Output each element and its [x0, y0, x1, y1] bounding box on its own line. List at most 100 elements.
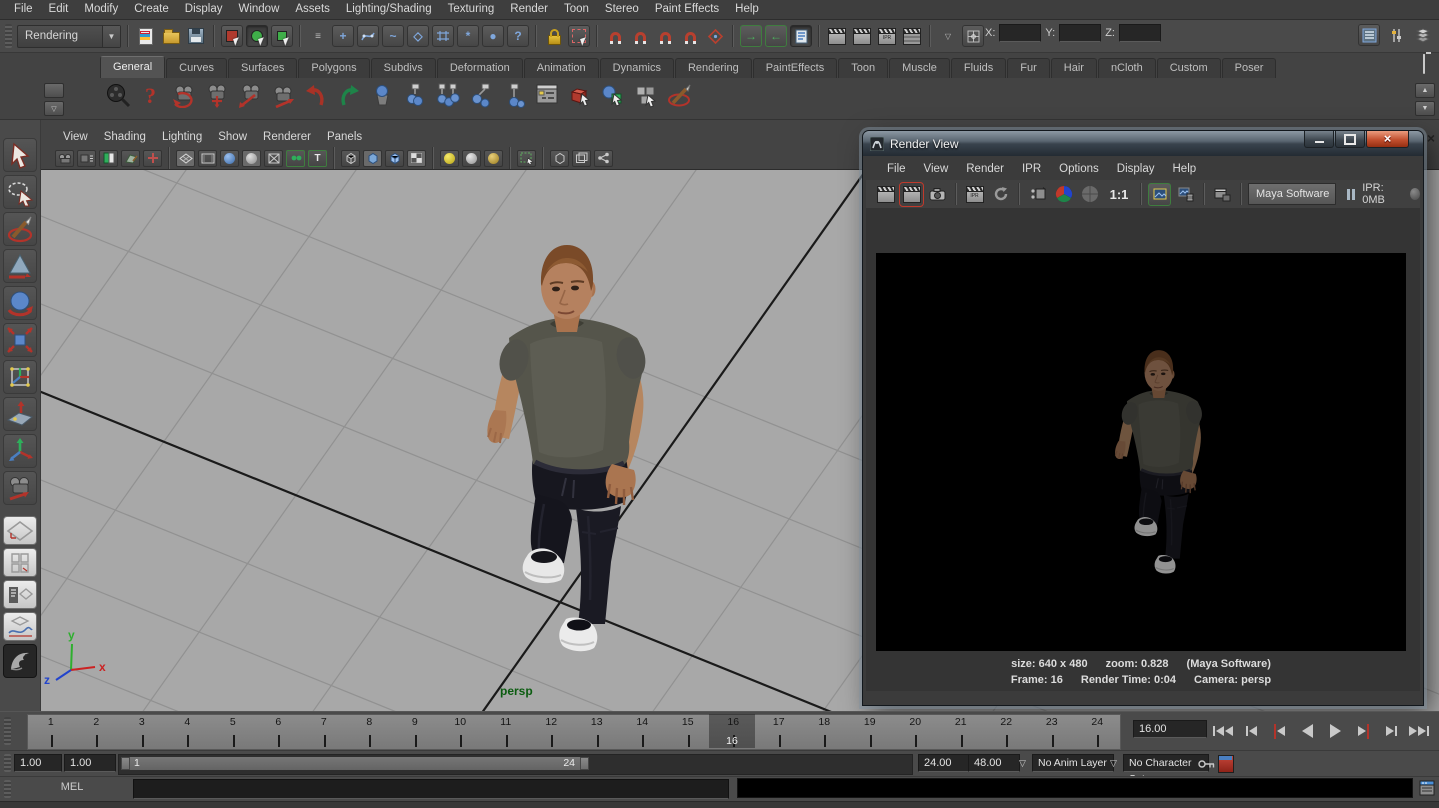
joint-chain-shelf-button[interactable] — [467, 80, 495, 110]
default-lighting-icon[interactable] — [440, 150, 459, 167]
shelf-selector-button[interactable]: ▽ — [44, 101, 64, 116]
shelf-tab[interactable]: Poser — [1222, 58, 1277, 78]
isolate-select-icon[interactable] — [517, 150, 536, 167]
command-language-toggle[interactable]: MEL — [50, 781, 94, 793]
select-tool[interactable] — [3, 138, 37, 172]
camera-tumble-shelf-button[interactable] — [170, 80, 198, 110]
new-scene-button[interactable] — [135, 25, 157, 47]
select-camera-icon[interactable] — [55, 150, 74, 167]
menu-item[interactable]: Paint Effects — [647, 0, 727, 19]
ipr-render-button[interactable]: IPR — [876, 25, 898, 47]
timeline-frame[interactable]: 3 — [119, 715, 165, 749]
timeslider-grip[interactable] — [4, 717, 11, 745]
shelf-tab[interactable]: Muscle — [889, 58, 950, 78]
joint-single-shelf-button[interactable] — [401, 80, 429, 110]
field-chart-icon[interactable] — [264, 150, 283, 167]
script-editor-button[interactable] — [1419, 780, 1435, 796]
playback-start-field[interactable]: 1.00 — [64, 754, 116, 772]
shelf-tab[interactable]: Toon — [838, 58, 888, 78]
menu-set-selector[interactable]: Rendering ▼ — [17, 25, 121, 48]
shelf-tab[interactable]: Hair — [1051, 58, 1097, 78]
step-forward-frame-button[interactable] — [1378, 719, 1404, 743]
timeline-frame[interactable]: 9 — [392, 715, 438, 749]
go-to-end-button[interactable] — [1406, 719, 1432, 743]
timeline-frame[interactable]: 23 — [1029, 715, 1075, 749]
shelf-menu-button[interactable] — [44, 83, 64, 98]
close-button[interactable]: × — [1366, 131, 1409, 148]
make-object-live-button[interactable]: * — [457, 25, 479, 47]
snap-to-curves-button[interactable] — [357, 25, 379, 47]
last-tool-used[interactable] — [3, 471, 37, 505]
channel-box-toggle[interactable] — [1412, 24, 1434, 46]
anim-layer-field[interactable]: No Anim Layer — [1032, 754, 1114, 772]
open-render-view-button[interactable] — [826, 25, 848, 47]
help-shelf-button[interactable]: ? — [137, 80, 165, 110]
render-view-menu-item[interactable]: IPR — [1013, 160, 1050, 179]
range-end-handle[interactable] — [580, 757, 589, 770]
animation-start-field[interactable]: 1.00 — [14, 754, 62, 772]
timeline-frame[interactable]: 1 — [28, 715, 74, 749]
camera-attributes-icon[interactable] — [77, 150, 96, 167]
camera-dolly-shelf-button[interactable] — [236, 80, 264, 110]
camera-zoom-shelf-button[interactable] — [269, 80, 297, 110]
select-object-mode-button[interactable] — [246, 25, 268, 47]
select-hierarchy-mode-button[interactable] — [221, 25, 243, 47]
shelf-tab[interactable]: Animation — [524, 58, 599, 78]
resolution-gate-icon[interactable] — [220, 150, 239, 167]
universal-manipulator-tool[interactable] — [3, 360, 37, 394]
panel-menu-item[interactable]: Panels — [319, 128, 370, 147]
shelf-tab[interactable]: Polygons — [298, 58, 369, 78]
gate-mask-icon[interactable] — [242, 150, 261, 167]
step-forward-key-button[interactable] — [1350, 719, 1376, 743]
outliner-persp-layout-button[interactable] — [3, 580, 37, 609]
shelf-scroll-up-button[interactable]: ▲ — [1415, 83, 1435, 98]
current-frame-indicator[interactable]: 16 — [709, 714, 755, 748]
menu-item[interactable]: Toon — [556, 0, 597, 19]
snap-to-view-planes-button[interactable] — [432, 25, 454, 47]
render-view-menu-item[interactable]: Help — [1164, 160, 1206, 179]
pause-ipr-button[interactable] — [1347, 189, 1355, 200]
joint-hanging-shelf-button[interactable] — [500, 80, 528, 110]
render-view-menu-item[interactable]: File — [878, 160, 915, 179]
open-scene-button[interactable] — [160, 25, 182, 47]
single-pane-layout-button[interactable] — [3, 516, 37, 545]
open-render-settings-button[interactable] — [1211, 183, 1234, 206]
timeline-frame[interactable]: 13 — [574, 715, 620, 749]
go-to-start-button[interactable] — [1210, 719, 1236, 743]
command-input[interactable] — [133, 779, 729, 799]
sphere-bucket-shelf-button[interactable] — [368, 80, 396, 110]
paint-selection-tool[interactable] — [3, 212, 37, 246]
play-forwards-button[interactable] — [1322, 719, 1348, 743]
anim-layer-menu-icon[interactable]: ▽ — [1019, 758, 1026, 769]
timeline-frame[interactable]: 10 — [438, 715, 484, 749]
commandline-grip[interactable] — [4, 780, 11, 798]
character-set-menu-icon[interactable]: ▽ — [1110, 758, 1117, 769]
soft-modification-tool[interactable] — [3, 397, 37, 431]
select-object-shelf-button[interactable] — [566, 80, 594, 110]
undo-view-shelf-button[interactable] — [302, 80, 330, 110]
wireframe-mode-icon[interactable] — [341, 150, 360, 167]
window-resize-edge[interactable] — [866, 691, 1420, 705]
timeline-frame[interactable]: 20 — [893, 715, 939, 749]
shaded-mode-icon[interactable] — [363, 150, 382, 167]
select-all-types-shelf-button[interactable] — [599, 80, 627, 110]
renderer-selector[interactable]: Maya Software — [1248, 183, 1336, 205]
animation-end-field[interactable]: 48.00 — [968, 754, 1020, 772]
show-manipulator-tool[interactable] — [3, 434, 37, 468]
persp-graph-layout-button[interactable] — [3, 612, 37, 641]
select-geometry-shelf-button[interactable] — [632, 80, 660, 110]
film-gate-icon[interactable] — [198, 150, 217, 167]
render-view-menu-item[interactable]: Options — [1050, 160, 1108, 179]
playback-range-bar[interactable]: 1 24 — [121, 757, 589, 770]
timeline-frame[interactable]: 5 — [210, 715, 256, 749]
select-component-mode-button[interactable] — [271, 25, 293, 47]
timeline-frame[interactable]: 18 — [802, 715, 848, 749]
shelf-tab[interactable]: Fur — [1007, 58, 1050, 78]
render-button[interactable] — [874, 183, 897, 206]
bookmark-icon[interactable] — [99, 150, 118, 167]
toolbar-grip[interactable] — [5, 24, 12, 48]
window-titlebar[interactable]: Render View × — [863, 131, 1423, 156]
pane-close-icon[interactable]: × — [1427, 130, 1435, 146]
two-d-pan-zoom-icon[interactable] — [143, 150, 162, 167]
timeline-frame[interactable]: 15 — [665, 715, 711, 749]
